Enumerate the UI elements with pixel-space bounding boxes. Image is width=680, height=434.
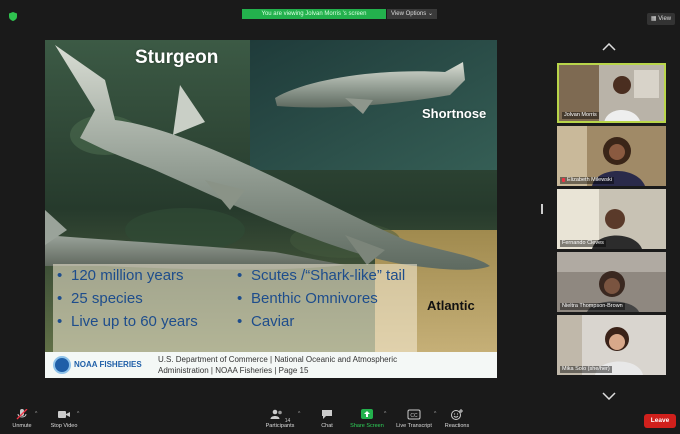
bullet-item: Benthic Omnivores bbox=[237, 287, 405, 310]
view-options-dropdown[interactable]: View Options ⌄ bbox=[387, 9, 437, 19]
live-transcript-label: Live Transcript bbox=[396, 423, 432, 429]
view-button-label: View bbox=[658, 16, 672, 22]
atlantic-label: Atlantic bbox=[427, 298, 475, 313]
participant-tile[interactable]: Nieltra Thompson-Brown bbox=[557, 252, 666, 312]
bullet-item: 25 species bbox=[57, 287, 198, 310]
participant-tile[interactable]: Mika Solo (she/her) bbox=[557, 315, 666, 375]
participants-icon bbox=[270, 409, 282, 419]
footer-line-2: Administration | NOAA Fisheries | Page 1… bbox=[158, 366, 309, 375]
participant-tile[interactable]: Elizabeth Milewski bbox=[557, 126, 666, 186]
bullet-panel: 120 million years 25 species Live up to … bbox=[53, 264, 417, 352]
share-screen-label: Share Screen bbox=[350, 423, 384, 429]
slide-title: Sturgeon bbox=[135, 47, 219, 68]
leave-button[interactable]: Leave bbox=[644, 414, 676, 428]
noaa-fisheries-wordmark: NOAA FISHERIES bbox=[74, 360, 142, 369]
chevron-down-icon[interactable] bbox=[602, 392, 616, 400]
meeting-toolbar bbox=[0, 404, 680, 434]
grid-icon: ▦ bbox=[650, 16, 657, 22]
stop-video-label: Stop Video bbox=[50, 423, 78, 429]
shared-screen: Sturgeon Shortnose Atlantic 120 million … bbox=[45, 40, 497, 378]
bullet-item: 120 million years bbox=[57, 264, 198, 287]
participant-tile[interactable]: Fernando Cleves bbox=[557, 189, 666, 249]
participant-name: Elizabeth Milewski bbox=[560, 177, 614, 184]
footer-line-1: U.S. Department of Commerce | National O… bbox=[158, 355, 398, 364]
share-screen-icon bbox=[361, 409, 373, 419]
bullet-column-right: Scutes /“Shark-like” tail Benthic Omnivo… bbox=[237, 264, 405, 333]
unmute-button[interactable]: Unmute bbox=[8, 409, 36, 431]
live-transcript-button[interactable]: CC Live Transcript bbox=[393, 409, 435, 431]
viewing-screen-banner: You are viewing Jolvan Morris 's screen bbox=[242, 9, 386, 19]
video-options-caret-icon[interactable]: ^ bbox=[77, 411, 79, 417]
noaa-logo-icon bbox=[53, 356, 71, 374]
chat-label: Chat bbox=[321, 423, 333, 429]
participants-label: Participants bbox=[265, 423, 295, 429]
bullet-item: Caviar bbox=[237, 310, 405, 333]
footer-text: U.S. Department of Commerce | National O… bbox=[158, 354, 497, 376]
smiley-plus-icon bbox=[451, 409, 463, 420]
svg-text:CC: CC bbox=[410, 413, 418, 419]
participant-name: Nieltra Thompson-Brown bbox=[560, 303, 625, 310]
participant-name-text: Elizabeth Milewski bbox=[567, 177, 612, 183]
bullet-item: Live up to 60 years bbox=[57, 310, 198, 333]
reactions-button[interactable]: Reactions bbox=[443, 409, 471, 431]
share-options-caret-icon[interactable]: ^ bbox=[384, 411, 386, 417]
participants-options-caret-icon[interactable]: ^ bbox=[298, 411, 300, 417]
chevron-up-icon[interactable] bbox=[602, 43, 616, 51]
closed-captions-icon: CC bbox=[407, 409, 421, 420]
participant-name: Mika Solo (she/her) bbox=[560, 366, 612, 373]
panel-resize-handle[interactable] bbox=[541, 204, 543, 214]
muted-mic-icon bbox=[562, 177, 565, 182]
chat-bubble-icon bbox=[322, 410, 332, 419]
unmute-label: Unmute bbox=[12, 423, 32, 429]
participants-button[interactable]: 14 Participants bbox=[262, 409, 298, 431]
security-shield-icon[interactable] bbox=[9, 12, 17, 21]
participant-name: Jolvan Morris bbox=[562, 112, 599, 119]
bullet-item: Scutes /“Shark-like” tail bbox=[237, 264, 405, 287]
stop-video-button[interactable]: Stop Video bbox=[48, 409, 80, 431]
chat-button[interactable]: Chat bbox=[316, 409, 338, 431]
transcript-options-caret-icon[interactable]: ^ bbox=[434, 411, 436, 417]
shortnose-label: Shortnose bbox=[422, 106, 487, 121]
view-layout-button[interactable]: ▦ View bbox=[647, 13, 675, 25]
audio-options-caret-icon[interactable]: ^ bbox=[35, 411, 37, 417]
participant-name: Fernando Cleves bbox=[560, 240, 606, 247]
participants-icon-wrap: 14 bbox=[262, 409, 298, 424]
reactions-label: Reactions bbox=[444, 423, 470, 429]
slide-footer: NOAA FISHERIES U.S. Department of Commer… bbox=[45, 352, 497, 378]
participant-tile[interactable]: Jolvan Morris bbox=[557, 63, 666, 123]
video-camera-icon bbox=[58, 411, 70, 418]
share-screen-button[interactable]: Share Screen bbox=[348, 409, 386, 431]
bullet-column-left: 120 million years 25 species Live up to … bbox=[57, 264, 198, 333]
microphone-muted-icon bbox=[16, 409, 28, 420]
